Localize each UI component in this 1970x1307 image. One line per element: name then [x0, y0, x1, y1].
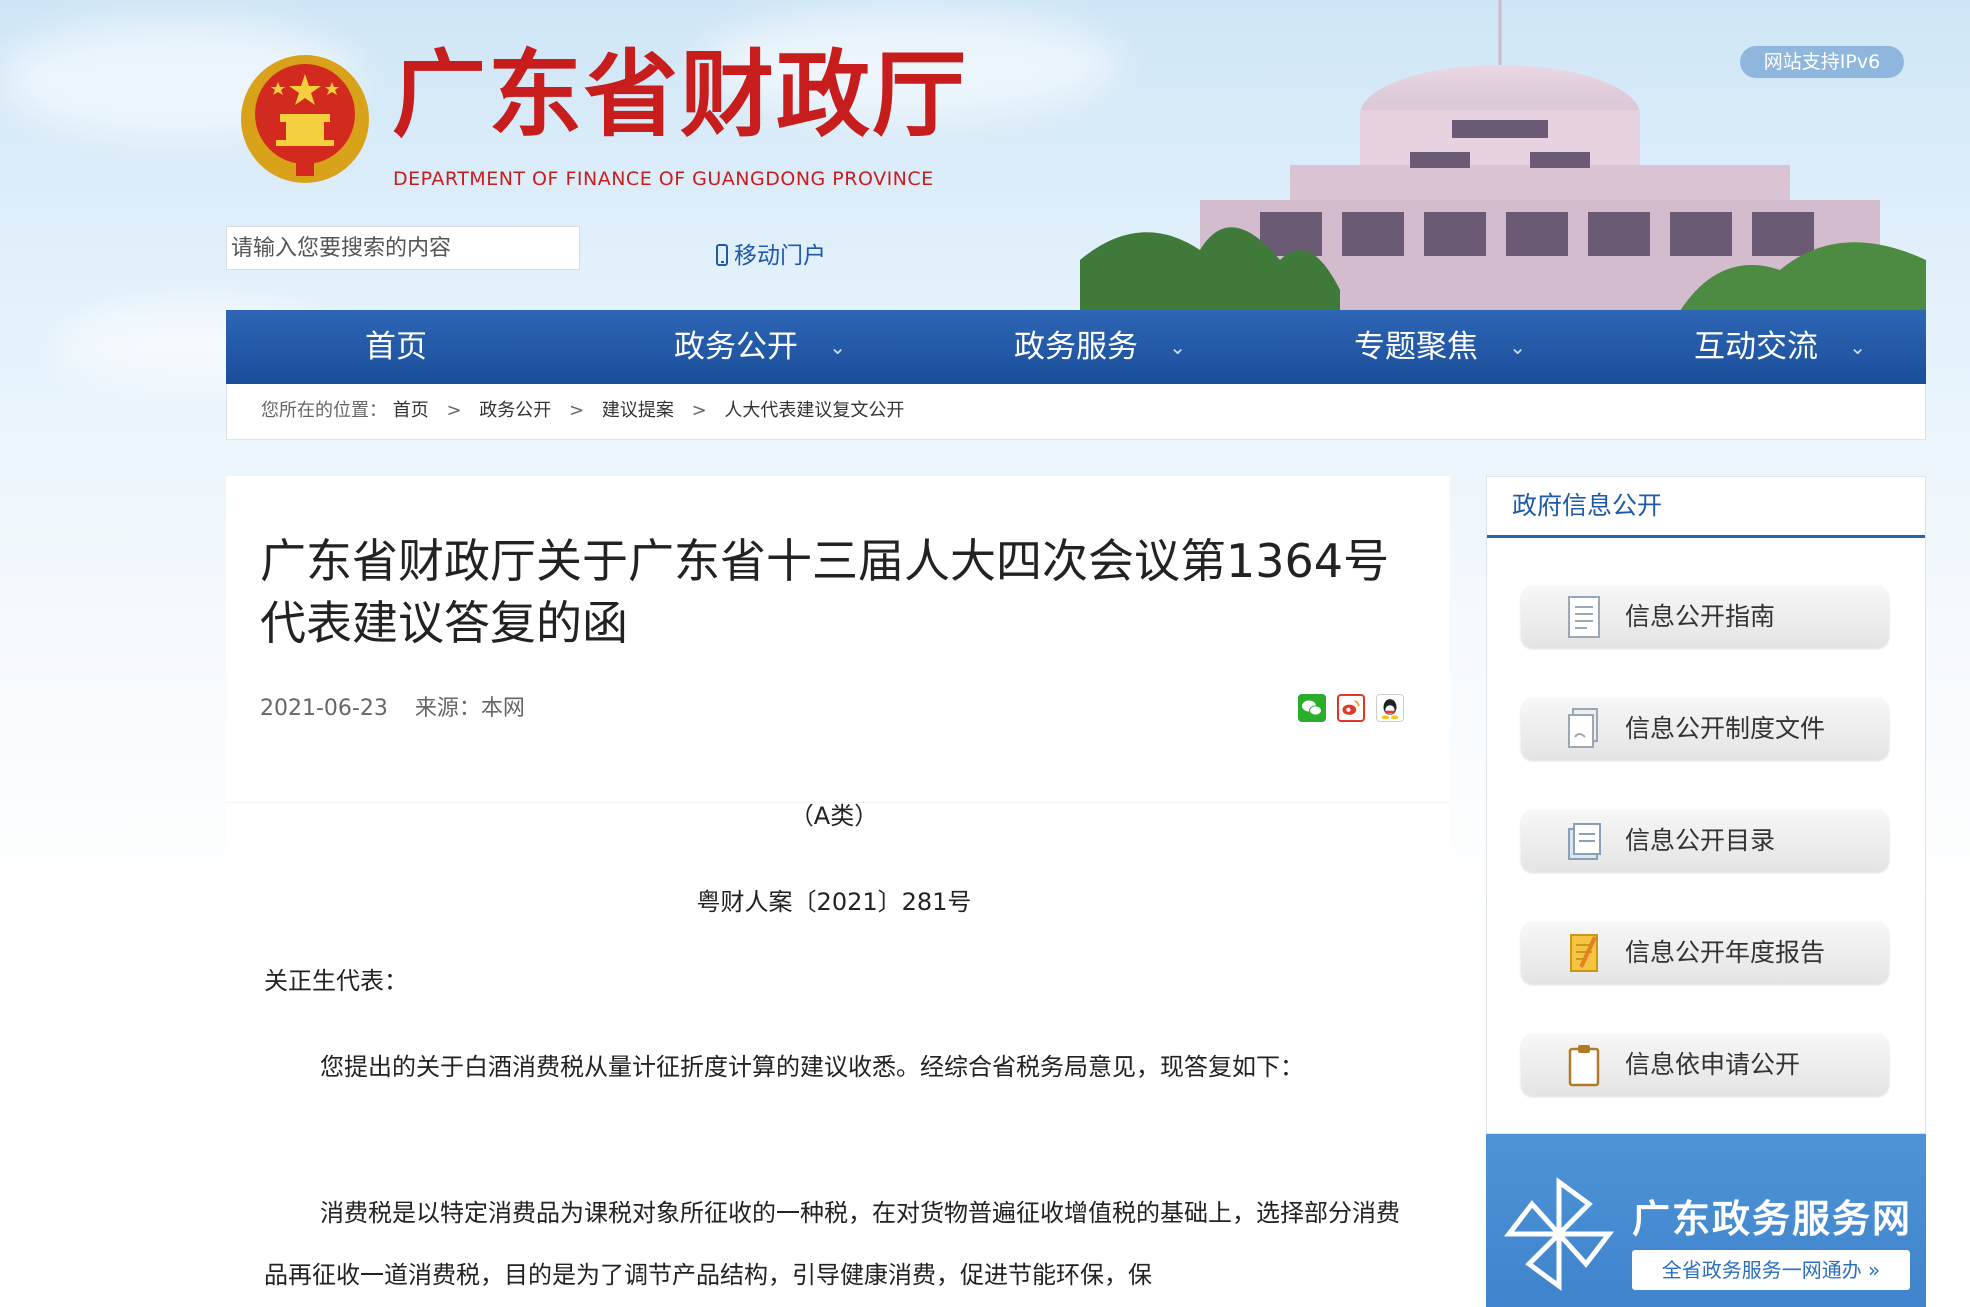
report-icon	[1570, 934, 1598, 972]
sidebar-title: 政府信息公开	[1487, 477, 1925, 538]
breadcrumb-current[interactable]: 人大代表建议复文公开	[724, 400, 904, 421]
folder-icon	[1568, 823, 1601, 860]
search-box[interactable]	[226, 226, 581, 270]
mobile-phone-icon	[716, 244, 728, 266]
document-icon	[1568, 596, 1600, 638]
nav-item-interaction[interactable]: 互动交流 ⌄	[1586, 310, 1926, 384]
clipboard-icon	[1568, 1045, 1600, 1087]
sidebar-info-disclosure: 政府信息公开 信息公开指南 信息公开制度文件 信息公开目录 信息公开年度报告 信…	[1486, 476, 1926, 1134]
banner-subtitle[interactable]: 全省政务服务一网通办 »	[1632, 1250, 1910, 1290]
breadcrumb-separator: >	[569, 400, 585, 421]
site-title: 广东省财政厅	[392, 40, 969, 150]
nav-item-home[interactable]: 首页	[226, 310, 566, 384]
gd-service-banner[interactable]: 广东政务服务网 全省政务服务一网通办 »	[1486, 1134, 1926, 1307]
nav-item-label: 政务服务	[1014, 329, 1138, 365]
main-nav: 首页 政务公开 ⌄ 政务服务 ⌄ 专题聚焦 ⌄ 互动交流 ⌄	[226, 310, 1926, 384]
breadcrumb-prefix: 您所在的位置：	[261, 400, 387, 421]
sidebar-button-apply-disclosure[interactable]: 信息依申请公开	[1521, 1034, 1889, 1096]
mobile-portal-link[interactable]: 移动门户	[716, 236, 826, 270]
qq-icon[interactable]	[1376, 694, 1404, 722]
chevron-down-icon[interactable]: ⌄	[1169, 310, 1186, 384]
breadcrumb-separator: >	[691, 400, 707, 421]
article-title: 广东省财政厅关于广东省十三届人大四次会议第1364号代表建议答复的函	[260, 534, 1390, 650]
sidebar-button-disclosure-guide[interactable]: 信息公开指南	[1521, 586, 1889, 648]
wechat-icon[interactable]	[1298, 694, 1326, 722]
paragraph: 您提出的关于白酒消费税从量计征折度计算的建议收悉。经综合省税务局意见，现答复如下…	[320, 1053, 1304, 1081]
sidebar-button-disclosure-rules[interactable]: 信息公开制度文件	[1521, 698, 1889, 760]
sidebar-button-label: 信息公开指南	[1625, 602, 1776, 631]
salutation: 关正生代表：	[264, 967, 408, 995]
search-input[interactable]	[229, 227, 581, 269]
breadcrumb-proposals[interactable]: 建议提案	[602, 400, 674, 421]
article: 广东省财政厅关于广东省十三届人大四次会议第1364号代表建议答复的函 2021-…	[226, 476, 1450, 1307]
breadcrumb-separator: >	[446, 400, 462, 421]
nav-item-label: 专题聚焦	[1354, 329, 1478, 365]
sidebar-button-label: 信息公开年度报告	[1625, 938, 1826, 967]
sidebar-button-disclosure-catalog[interactable]: 信息公开目录	[1521, 810, 1889, 872]
sidebar-button-label: 信息依申请公开	[1625, 1050, 1801, 1079]
breadcrumb-home[interactable]: 首页	[393, 400, 429, 421]
breadcrumb-government-affairs[interactable]: 政务公开	[479, 400, 551, 421]
nav-item-government-affairs[interactable]: 政务公开 ⌄	[566, 310, 906, 384]
nav-item-label: 政务公开	[674, 329, 798, 365]
chevron-down-icon[interactable]: ⌄	[1509, 310, 1526, 384]
nav-item-government-services[interactable]: 政务服务 ⌄	[906, 310, 1246, 384]
files-icon	[1568, 708, 1598, 748]
article-source: 来源：本网	[414, 696, 525, 721]
ipv6-badge[interactable]: 网站支持IPv6	[1740, 46, 1904, 78]
banner-title: 广东政务服务网	[1632, 1197, 1913, 1241]
chevron-down-icon[interactable]: ⌄	[1849, 310, 1866, 384]
chevron-down-icon[interactable]: ⌄	[829, 310, 846, 384]
nav-item-label: 互动交流	[1694, 329, 1818, 365]
mobile-portal-label: 移动门户	[734, 243, 826, 269]
document-category: （A类）	[789, 802, 879, 830]
sidebar-button-annual-report[interactable]: 信息公开年度报告	[1521, 922, 1889, 984]
nav-item-special-topics[interactable]: 专题聚焦 ⌄	[1246, 310, 1586, 384]
national-emblem-logo	[241, 55, 369, 183]
article-meta: 2021-06-23 来源：本网	[260, 690, 545, 722]
weibo-icon[interactable]	[1337, 694, 1365, 722]
sidebar-button-label: 信息公开制度文件	[1625, 714, 1826, 743]
breadcrumb: 您所在的位置： 首页 > 政务公开 > 建议提案 > 人大代表建议复文公开	[226, 384, 1926, 440]
sidebar-button-label: 信息公开目录	[1625, 826, 1776, 855]
share-bar	[1298, 694, 1404, 722]
document-number: 粤财人案〔2021〕281号	[696, 888, 972, 916]
article-date: 2021-06-23	[260, 696, 388, 721]
pinwheel-logo-icon	[1504, 1177, 1614, 1291]
article-header: 广东省财政厅关于广东省十三届人大四次会议第1364号代表建议答复的函 2021-…	[226, 476, 1450, 803]
paragraph: 消费税是以特定消费品为课税对象所征收的一种税，在对货物普遍征收增值税的基础上，选…	[264, 1199, 1400, 1289]
nav-item-label: 首页	[365, 329, 427, 365]
site-subtitle: DEPARTMENT OF FINANCE OF GUANGDONG PROVI…	[393, 168, 934, 190]
